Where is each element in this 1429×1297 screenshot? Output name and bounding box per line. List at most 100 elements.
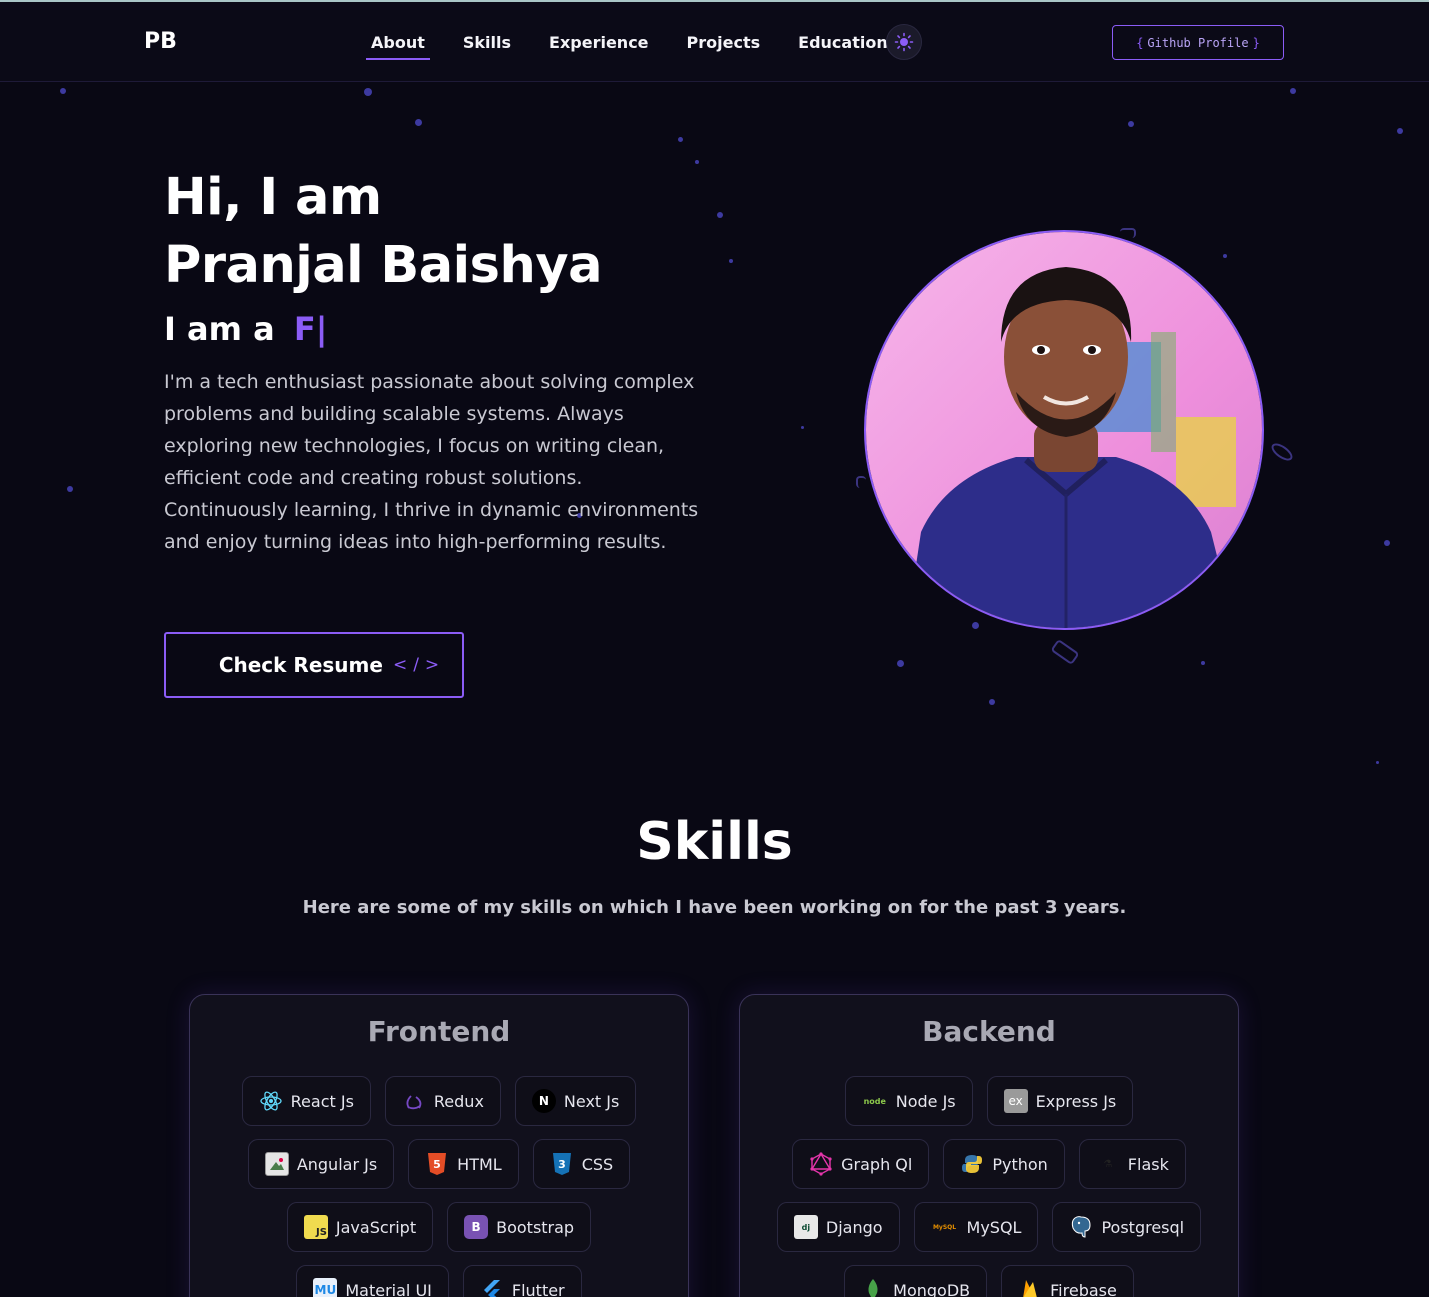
javascript-icon: JS xyxy=(303,1215,328,1239)
skill-label: CSS xyxy=(581,1154,614,1174)
skill-label: HTML xyxy=(457,1154,502,1174)
github-profile-button[interactable]: { Github Profile } xyxy=(1112,25,1284,60)
backend-card-title: Backend xyxy=(922,1015,1056,1048)
skill-chip-firebase: Firebase xyxy=(1001,1265,1134,1297)
nextjs-icon: N xyxy=(531,1089,556,1113)
css-icon: 3 xyxy=(550,1152,574,1176)
django-icon: dj xyxy=(793,1215,818,1239)
skill-chip-graphql: Graph Ql xyxy=(792,1139,930,1189)
skill-chip-python: Python xyxy=(943,1139,1065,1189)
skill-chip-mongodb: MongoDB xyxy=(844,1265,988,1297)
svg-text:3: 3 xyxy=(558,1158,566,1171)
skill-label: Graph Ql xyxy=(841,1154,913,1174)
frontend-row-1: React Js Redux N Next Js xyxy=(190,1076,688,1126)
flask-icon: ⚗ xyxy=(1103,1158,1113,1170)
redux-icon xyxy=(402,1089,426,1113)
skill-label: Angular Js xyxy=(296,1154,378,1174)
hero-heading: Hi, I am Pranjal Baishya xyxy=(164,164,602,300)
mysql-icon: MySQL xyxy=(932,1223,957,1231)
skill-label: MongoDB xyxy=(893,1280,971,1297)
frontend-row-4: MU Material UI Flutter xyxy=(190,1265,688,1297)
skill-label: Django xyxy=(825,1217,883,1237)
material-ui-icon: MU xyxy=(313,1278,338,1297)
nav-links: About Skills Experience Projects Educati… xyxy=(352,2,907,82)
backend-row-3: dj Django MySQL MySQL Postgresql xyxy=(740,1202,1238,1252)
react-icon xyxy=(259,1089,283,1113)
backend-skills-card: Backend node Node Js ex Express Js Graph… xyxy=(739,994,1239,1297)
hero-description: I'm a tech enthusiast passionate about s… xyxy=(164,371,699,553)
github-profile-label: Github Profile xyxy=(1147,35,1249,50)
express-icon: ex xyxy=(1003,1089,1028,1113)
skill-label: Bootstrap xyxy=(496,1217,575,1237)
skill-chip-redux: Redux xyxy=(384,1076,501,1126)
skills-subtitle: Here are some of my skills on which I ha… xyxy=(302,897,1127,918)
angular-icon xyxy=(264,1152,289,1176)
skill-chip-bootstrap: B Bootstrap xyxy=(447,1202,592,1252)
skill-chip-django: dj Django xyxy=(776,1202,900,1252)
nav-link-skills[interactable]: Skills xyxy=(444,2,530,82)
check-resume-button[interactable]: Check Resume </> xyxy=(164,632,464,698)
theme-toggle-button[interactable] xyxy=(886,24,922,60)
skill-chip-flutter: Flutter xyxy=(462,1265,582,1297)
skill-label: Material UI xyxy=(345,1280,432,1297)
profile-photo xyxy=(864,230,1264,630)
firebase-icon xyxy=(1018,1278,1042,1297)
postgresql-icon xyxy=(1069,1215,1093,1239)
skill-chip-html: 5 HTML xyxy=(408,1139,519,1189)
skill-chip-nextjs: N Next Js xyxy=(514,1076,637,1126)
skill-label: JavaScript xyxy=(335,1217,417,1237)
skill-label: Redux xyxy=(433,1091,484,1111)
skill-chip-express: ex Express Js xyxy=(986,1076,1134,1126)
skill-chip-javascript: JS JavaScript xyxy=(286,1202,434,1252)
skill-label: Postgresql xyxy=(1101,1217,1185,1237)
backend-row-2: Graph Ql Python ⚗ Flask xyxy=(740,1139,1238,1189)
skill-chip-postgresql: Postgresql xyxy=(1052,1202,1202,1252)
skill-label: Node Js xyxy=(895,1091,956,1111)
bootstrap-icon: B xyxy=(464,1215,489,1239)
sun-icon xyxy=(894,32,914,52)
github-brace-open: { xyxy=(1136,35,1144,50)
graphql-icon xyxy=(809,1152,833,1176)
skill-chip-material-ui: MU Material UI xyxy=(296,1265,449,1297)
skill-label: Express Js xyxy=(1035,1091,1117,1111)
skill-chip-angular: Angular Js xyxy=(247,1139,395,1189)
skills-title: Skills xyxy=(636,812,793,872)
hero-role-prefix: I am a xyxy=(164,310,275,348)
frontend-card-title: Frontend xyxy=(367,1015,511,1048)
skill-label: Next Js xyxy=(563,1091,620,1111)
logo[interactable]: PB xyxy=(144,29,177,54)
frontend-skills-card: Frontend React Js Redux N Next Js Angula… xyxy=(189,994,689,1297)
hero-role-typed: F| xyxy=(293,310,328,348)
skill-label: MySQL xyxy=(966,1217,1022,1237)
html-icon: 5 xyxy=(425,1152,449,1176)
python-icon xyxy=(960,1152,984,1176)
mongodb-icon xyxy=(861,1278,885,1297)
skill-label: React Js xyxy=(290,1091,354,1111)
skill-chip-nodejs: node Node Js xyxy=(844,1076,973,1126)
hero-greeting: Hi, I am xyxy=(164,168,382,227)
svg-text:5: 5 xyxy=(433,1158,441,1171)
skill-chip-css: 3 CSS xyxy=(532,1139,631,1189)
nav-link-experience[interactable]: Experience xyxy=(530,2,668,82)
hero-role: I am a F| xyxy=(164,310,327,348)
backend-row-4: MongoDB Firebase xyxy=(740,1265,1238,1297)
navbar: PB About Skills Experience Projects Educ… xyxy=(0,2,1429,82)
skill-chip-flask: ⚗ Flask xyxy=(1078,1139,1186,1189)
nav-link-about[interactable]: About xyxy=(352,2,444,82)
backend-row-1: node Node Js ex Express Js xyxy=(740,1076,1238,1126)
resume-button-label: Check Resume xyxy=(218,653,383,677)
github-brace-close: } xyxy=(1252,35,1260,50)
skill-label: Python xyxy=(992,1154,1048,1174)
nodejs-icon: node xyxy=(863,1096,886,1106)
frontend-row-2: Angular Js 5 HTML 3 CSS xyxy=(190,1139,688,1189)
flutter-icon xyxy=(480,1278,504,1297)
hero-name: Pranjal Baishya xyxy=(164,236,602,295)
skill-label: Flutter xyxy=(511,1280,565,1297)
frontend-row-3: JS JavaScript B Bootstrap xyxy=(190,1202,688,1252)
skill-chip-mysql: MySQL MySQL xyxy=(913,1202,1039,1252)
skill-label: Flask xyxy=(1127,1154,1169,1174)
skill-chip-react: React Js xyxy=(241,1076,371,1126)
code-icon: </> xyxy=(392,655,446,675)
nav-link-projects[interactable]: Projects xyxy=(668,2,780,82)
skill-label: Firebase xyxy=(1050,1280,1117,1297)
